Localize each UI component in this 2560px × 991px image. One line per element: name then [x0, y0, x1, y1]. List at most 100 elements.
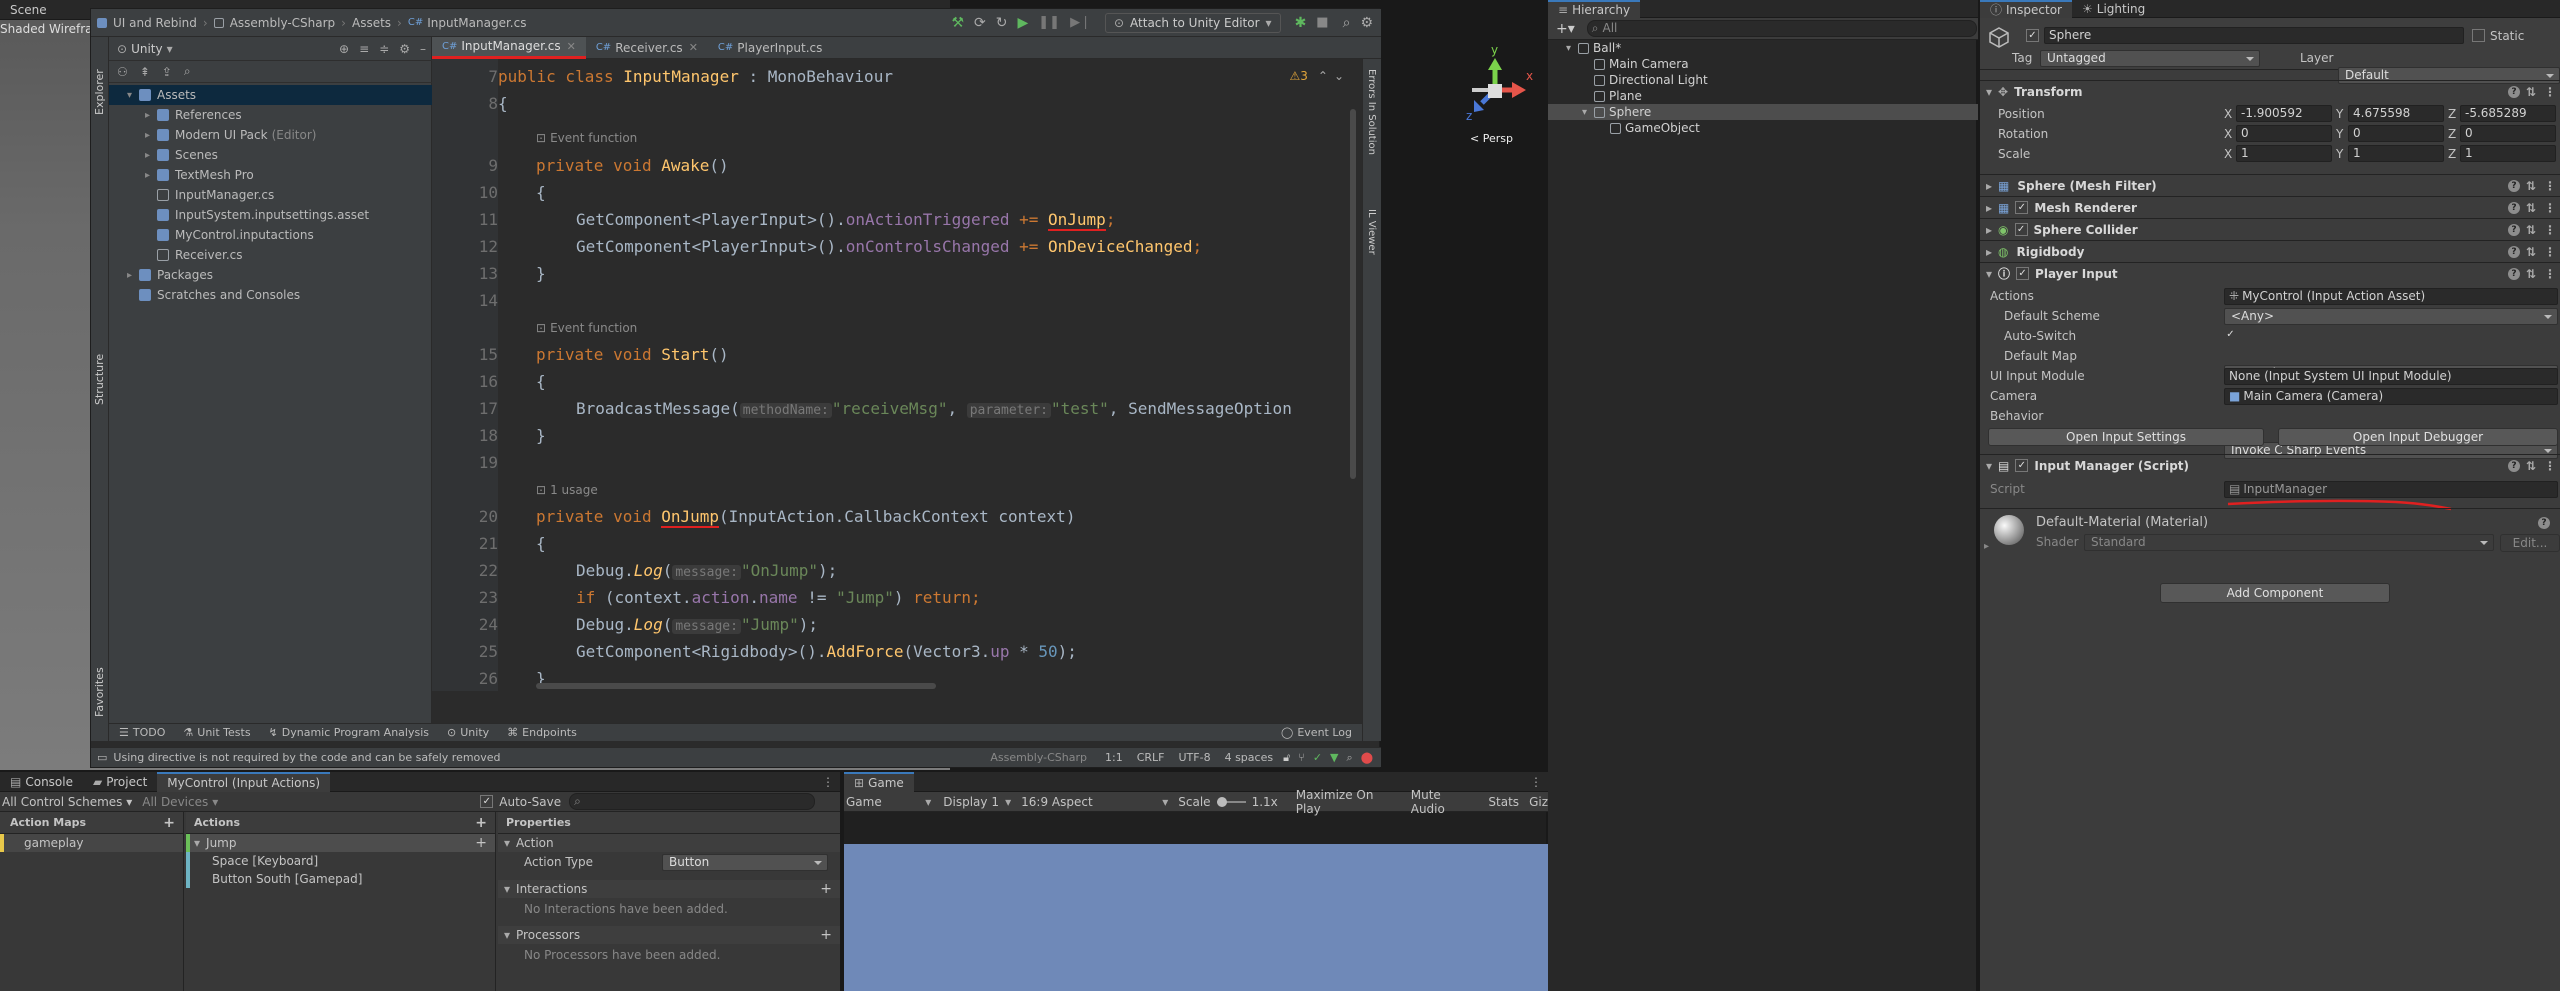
- default-scheme-dropdown[interactable]: <Any>: [2224, 308, 2558, 325]
- explorer-item[interactable]: ▸ References: [109, 105, 432, 125]
- endpoints-tab[interactable]: Endpoints: [522, 726, 577, 739]
- tab-project[interactable]: ▰ Project: [83, 772, 157, 792]
- tab-playerinput[interactable]: C# PlayerInput.cs: [708, 37, 832, 59]
- todo-tab[interactable]: TODO: [133, 726, 166, 739]
- explorer-settings-icon[interactable]: ⚙: [399, 42, 410, 56]
- tab-console[interactable]: ▤ Console: [0, 772, 83, 792]
- persp-label[interactable]: < Persp: [1470, 132, 1513, 145]
- actions-search[interactable]: ⌕: [569, 793, 816, 810]
- debug-icon[interactable]: ✱: [1295, 15, 1307, 31]
- collapse-icon[interactable]: ≡: [359, 42, 369, 56]
- axis-label[interactable]: Z: [2448, 127, 2456, 141]
- action-type-dropdown[interactable]: Button: [662, 853, 828, 871]
- il-viewer-side-tab[interactable]: IL Viewer: [1366, 209, 1377, 269]
- notifications-icon[interactable]: ⬤: [1361, 751, 1373, 764]
- kebab-icon[interactable]: ⋮: [1530, 775, 1542, 789]
- scene-shading-mode[interactable]: Shaded Wirefra: [0, 22, 93, 36]
- unity-tab[interactable]: Unity: [460, 726, 489, 739]
- event-log-tab[interactable]: Event Log: [1297, 726, 1352, 739]
- inspect-icon[interactable]: ⌕: [1347, 751, 1353, 765]
- axis-label[interactable]: Y: [2336, 147, 2343, 161]
- edit-shader-button[interactable]: Edit...: [2500, 534, 2560, 552]
- add-binding-icon[interactable]: +: [475, 835, 487, 851]
- vertical-scrollbar[interactable]: [1350, 109, 1356, 479]
- component-enabled-checkbox[interactable]: ✓: [2015, 201, 2029, 214]
- filter-icon[interactable]: ▼: [1330, 751, 1338, 764]
- errors-side-tab[interactable]: Errors In Solution: [1366, 69, 1377, 189]
- upload-icon[interactable]: ⇪: [162, 65, 172, 79]
- tree-arrow-icon[interactable]: ▾: [1566, 43, 1578, 54]
- structure-side-tab[interactable]: Structure: [93, 345, 106, 405]
- locate-icon[interactable]: ⊕: [339, 42, 349, 56]
- tree-arrow-icon[interactable]: ▸: [145, 150, 157, 161]
- preset-icon[interactable]: ⇅: [2526, 85, 2536, 99]
- preset-icon[interactable]: ⇅: [2526, 267, 2536, 281]
- rebuild-icon[interactable]: ⟳: [974, 15, 986, 31]
- script-field[interactable]: ▤ InputManager: [2224, 481, 2558, 498]
- transform-x-field[interactable]: 1: [2236, 145, 2332, 162]
- active-checkbox[interactable]: ✓: [2026, 29, 2039, 42]
- preset-icon[interactable]: ⇅: [2526, 179, 2536, 193]
- explorer-item[interactable]: InputManager.cs: [109, 185, 432, 205]
- help-icon[interactable]: ?: [2507, 267, 2520, 280]
- build-icon[interactable]: ⚒: [951, 15, 964, 31]
- help-icon[interactable]: ?: [2507, 459, 2520, 472]
- object-name-field[interactable]: Sphere: [2044, 27, 2464, 44]
- explorer-item[interactable]: ▸ Modern UI Pack (Editor): [109, 125, 432, 145]
- tree-arrow-icon[interactable]: ▸: [145, 130, 157, 141]
- binding-item[interactable]: Button South [Gamepad]: [186, 870, 495, 888]
- tree-arrow-icon[interactable]: ▸: [127, 270, 139, 281]
- ui-input-module-field[interactable]: None (Input System UI Input Module): [2224, 368, 2558, 385]
- open-input-settings-button[interactable]: Open Input Settings: [1988, 428, 2264, 446]
- explorer-item[interactable]: ▸ Scenes: [109, 145, 432, 165]
- camera-field[interactable]: ■ Main Camera (Camera): [2224, 388, 2558, 405]
- explorer-item[interactable]: ▸ TextMesh Pro: [109, 165, 432, 185]
- warnings-indicator[interactable]: ⚠3 ⌃ ⌄: [1289, 69, 1344, 83]
- lock-icon[interactable]: 🔓︎: [1283, 751, 1290, 765]
- axis-label[interactable]: X: [2224, 147, 2232, 161]
- kebab-icon[interactable]: ⋮: [2544, 223, 2556, 237]
- display-dropdown[interactable]: Display 1: [943, 795, 1005, 809]
- add-component-button[interactable]: Add Component: [2160, 583, 2390, 603]
- explorer-item[interactable]: ▾ Assets: [109, 85, 432, 105]
- git-icon[interactable]: ⑂: [1298, 751, 1305, 764]
- status-position[interactable]: 1:1: [1105, 751, 1123, 764]
- favorites-side-tab[interactable]: Favorites: [93, 657, 106, 717]
- close-icon[interactable]: ✕: [689, 41, 698, 54]
- explorer-item[interactable]: ▸ Packages: [109, 265, 432, 285]
- gizmos-button[interactable]: Giz: [1529, 795, 1548, 809]
- mesh-filter-header[interactable]: ▸ ▦ Sphere (Mesh Filter) ? ⇅ ⋮: [1980, 174, 2560, 196]
- preset-icon[interactable]: ⇅: [2526, 201, 2536, 215]
- explorer-item[interactable]: InputSystem.inputsettings.asset: [109, 205, 432, 225]
- add-interaction-icon[interactable]: +: [820, 881, 832, 897]
- component-enabled-checkbox[interactable]: ✓: [2014, 223, 2028, 236]
- kebab-icon[interactable]: ⋮: [2544, 179, 2556, 193]
- preset-icon[interactable]: ⇅: [2526, 245, 2536, 259]
- transform-y-field[interactable]: 4.675598: [2348, 105, 2444, 122]
- explorer-side-tab[interactable]: Explorer: [93, 45, 106, 115]
- search-icon[interactable]: ⌕: [1343, 15, 1351, 31]
- axis-label[interactable]: X: [2224, 127, 2232, 141]
- tab-hierarchy[interactable]: ≡ Hierarchy: [1548, 0, 1641, 18]
- static-checkbox[interactable]: [2472, 29, 2485, 42]
- kebab-icon[interactable]: ⋮: [2544, 201, 2556, 215]
- input-manager-header[interactable]: ▾ ▤ ✓ Input Manager (Script) ? ⇅ ⋮: [1980, 454, 2560, 476]
- preset-icon[interactable]: ⇅: [2526, 223, 2536, 237]
- rigidbody-header[interactable]: ▸ ◍ Rigidbody ? ⇅ ⋮: [1980, 240, 2560, 262]
- axis-label[interactable]: Y: [2336, 107, 2343, 121]
- pause-icon[interactable]: ❚❚: [1038, 15, 1060, 30]
- help-icon[interactable]: ?: [2507, 179, 2520, 192]
- binding-item[interactable]: Space [Keyboard]: [186, 852, 495, 870]
- hierarchy-item[interactable]: Main Camera: [1548, 56, 1978, 72]
- tree-arrow-icon[interactable]: ▸: [145, 170, 157, 181]
- hierarchy-item[interactable]: GameObject: [1548, 120, 1978, 136]
- explorer-item[interactable]: Scratches and Consoles: [109, 285, 432, 305]
- close-icon[interactable]: ✕: [567, 40, 576, 53]
- settings-gear-icon[interactable]: ⚙: [1360, 15, 1373, 31]
- mesh-renderer-header[interactable]: ▸ ▦ ✓ Mesh Renderer ? ⇅ ⋮: [1980, 196, 2560, 218]
- run-icon[interactable]: ▶: [1018, 15, 1029, 31]
- transform-z-field[interactable]: -5.685289: [2460, 105, 2556, 122]
- scene-gizmo-area[interactable]: y x z < Persp: [1370, 40, 1540, 160]
- refresh-icon[interactable]: ↻: [996, 15, 1008, 31]
- tab-inspector[interactable]: ⓘ Inspector: [1980, 0, 2072, 18]
